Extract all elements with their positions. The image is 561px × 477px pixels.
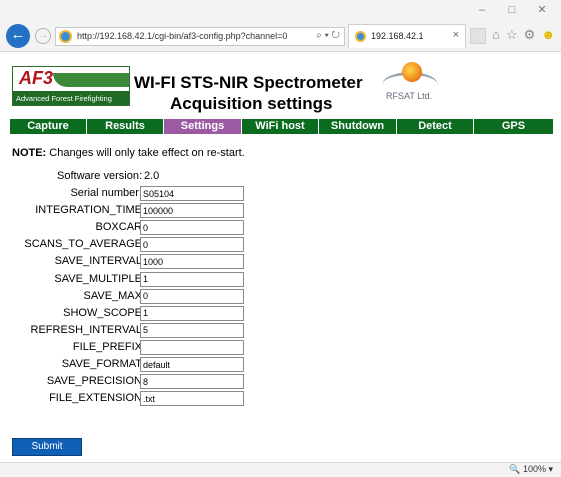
af3-logo: AF3 Advanced Forest Firefighting [12,66,130,106]
save-precision-input[interactable] [140,374,244,390]
address-bar[interactable]: http://192.168.42.1/cgi-bin/af3-config.p… [55,27,345,46]
page-header: AF3 Advanced Forest Firefighting WI-FI S… [10,60,558,116]
forward-button[interactable]: → [35,28,51,44]
window-controls: – □ ✕ [467,0,557,20]
address-tools[interactable]: ⌕ ▾ ↻ [316,30,340,41]
field-label: BOXCAR [95,221,142,234]
rfsat-logo: RFSAT Ltd. [370,62,450,112]
restart-note: NOTE: Changes will only take effect on r… [12,147,245,159]
nav-item-wifi-host[interactable]: WiFi host [242,119,319,134]
nav-item-settings[interactable]: Settings [164,119,242,134]
save-multiple-input[interactable] [140,271,244,287]
smiley-feedback-icon[interactable]: ☻ [541,27,555,43]
tab-close-button[interactable]: × [453,29,459,41]
field-label: Serial number: [70,187,142,200]
field-label: FILE_EXTENSION [49,392,142,405]
form-row: FILE_PREFIX [10,339,310,356]
main-nav: Capture Results Settings WiFi host Shutd… [10,119,553,134]
show-scope-input[interactable] [140,305,244,321]
boxcar-input[interactable] [140,220,244,236]
form-row: Software version: 2.0 [10,168,310,185]
field-label: INTEGRATION_TIME [35,204,142,217]
form-row: REFRESH_INTERVAL [10,322,310,339]
save-interval-input[interactable] [140,254,244,270]
serial-number-input[interactable] [140,186,244,202]
af3-swoosh [53,73,129,87]
form-row: SAVE_MAX [10,288,310,305]
zoom-control[interactable]: 🔍 100% ▾ [509,464,553,475]
note-text: Changes will only take effect on re-star… [46,147,245,159]
field-label: SCANS_TO_AVERAGE [24,238,142,251]
software-version-value: 2.0 [144,170,160,182]
nav-item-results[interactable]: Results [87,119,164,134]
settings-form: Software version: 2.0 Serial number: INT… [10,168,310,407]
field-label: SAVE_MAX [83,289,143,302]
af3-logo-subtitle: Advanced Forest Firefighting [16,94,112,103]
browser-tab[interactable]: 192.168.42.1 × [348,24,466,48]
page-content: AF3 Advanced Forest Firefighting WI-FI S… [10,60,558,456]
form-row: SHOW_SCOPE [10,305,310,322]
form-row: INTEGRATION_TIME [10,202,310,219]
nav-item-detect[interactable]: Detect [397,119,474,134]
form-row: Serial number: [10,185,310,202]
refresh-interval-input[interactable] [140,322,244,338]
rfsat-sun-icon [402,62,422,82]
home-icon[interactable]: ⌂ [492,27,500,43]
ie-page-icon [59,30,72,43]
field-label: SHOW_SCOPE [63,306,142,319]
url-text[interactable]: http://192.168.42.1/cgi-bin/af3-config.p… [77,31,287,41]
af3-logo-word: AF3 [19,68,54,88]
ie-tab-icon [355,31,366,42]
form-row: SAVE_PRECISION [10,373,310,390]
save-format-input[interactable] [140,357,244,373]
status-bar: 🔍 100% ▾ [0,462,561,477]
field-label: SAVE_PRECISION [46,375,142,388]
save-max-input[interactable] [140,288,244,304]
form-row: SAVE_FORMAT [10,356,310,373]
tab-title: 192.168.42.1 [371,31,424,41]
form-row: BOXCAR [10,219,310,236]
star-icon[interactable]: ☆ [506,27,518,43]
note-label: NOTE: [12,147,47,159]
form-row: FILE_EXTENSION [10,390,310,407]
browser-chrome: – □ ✕ ← → http://192.168.42.1/cgi-bin/af… [0,0,561,52]
file-extension-input[interactable] [140,391,244,407]
arrow-left-icon: ← [10,26,26,43]
new-tab-button[interactable] [470,28,486,44]
integration-time-input[interactable] [140,203,244,219]
page-title: WI-FI STS-NIR Spectrometer [134,73,363,92]
af3-band: Advanced Forest Firefighting [13,91,129,105]
file-prefix-input[interactable] [140,339,244,355]
toolbar-icons: ⌂ ☆ ⚙ ☻ [492,27,555,43]
field-label: SAVE_FORMAT [61,358,142,371]
field-label: SAVE_MULTIPLE [54,272,142,285]
nav-item-shutdown[interactable]: Shutdown [319,119,397,134]
submit-button[interactable]: Submit [12,438,82,456]
software-version-label: Software version: [57,170,142,182]
gear-icon[interactable]: ⚙ [524,27,536,43]
minimize-button[interactable]: – [467,0,497,20]
field-label: FILE_PREFIX [72,340,142,353]
maximize-button[interactable]: □ [497,0,527,20]
form-row: SAVE_INTERVAL [10,253,310,270]
close-window-button[interactable]: ✕ [527,0,557,20]
page-subtitle: Acquisition settings [170,94,333,113]
rfsat-logo-text: RFSAT Ltd. [386,91,433,101]
field-label: SAVE_INTERVAL [54,255,142,268]
back-button[interactable]: ← [6,24,30,48]
form-row: SAVE_MULTIPLE [10,271,310,288]
field-label: REFRESH_INTERVAL [30,323,142,336]
form-row: SCANS_TO_AVERAGE [10,236,310,253]
nav-item-gps[interactable]: GPS [474,119,553,134]
nav-item-capture[interactable]: Capture [10,119,87,134]
arrow-right-icon: → [38,30,48,41]
scans-to-average-input[interactable] [140,237,244,253]
